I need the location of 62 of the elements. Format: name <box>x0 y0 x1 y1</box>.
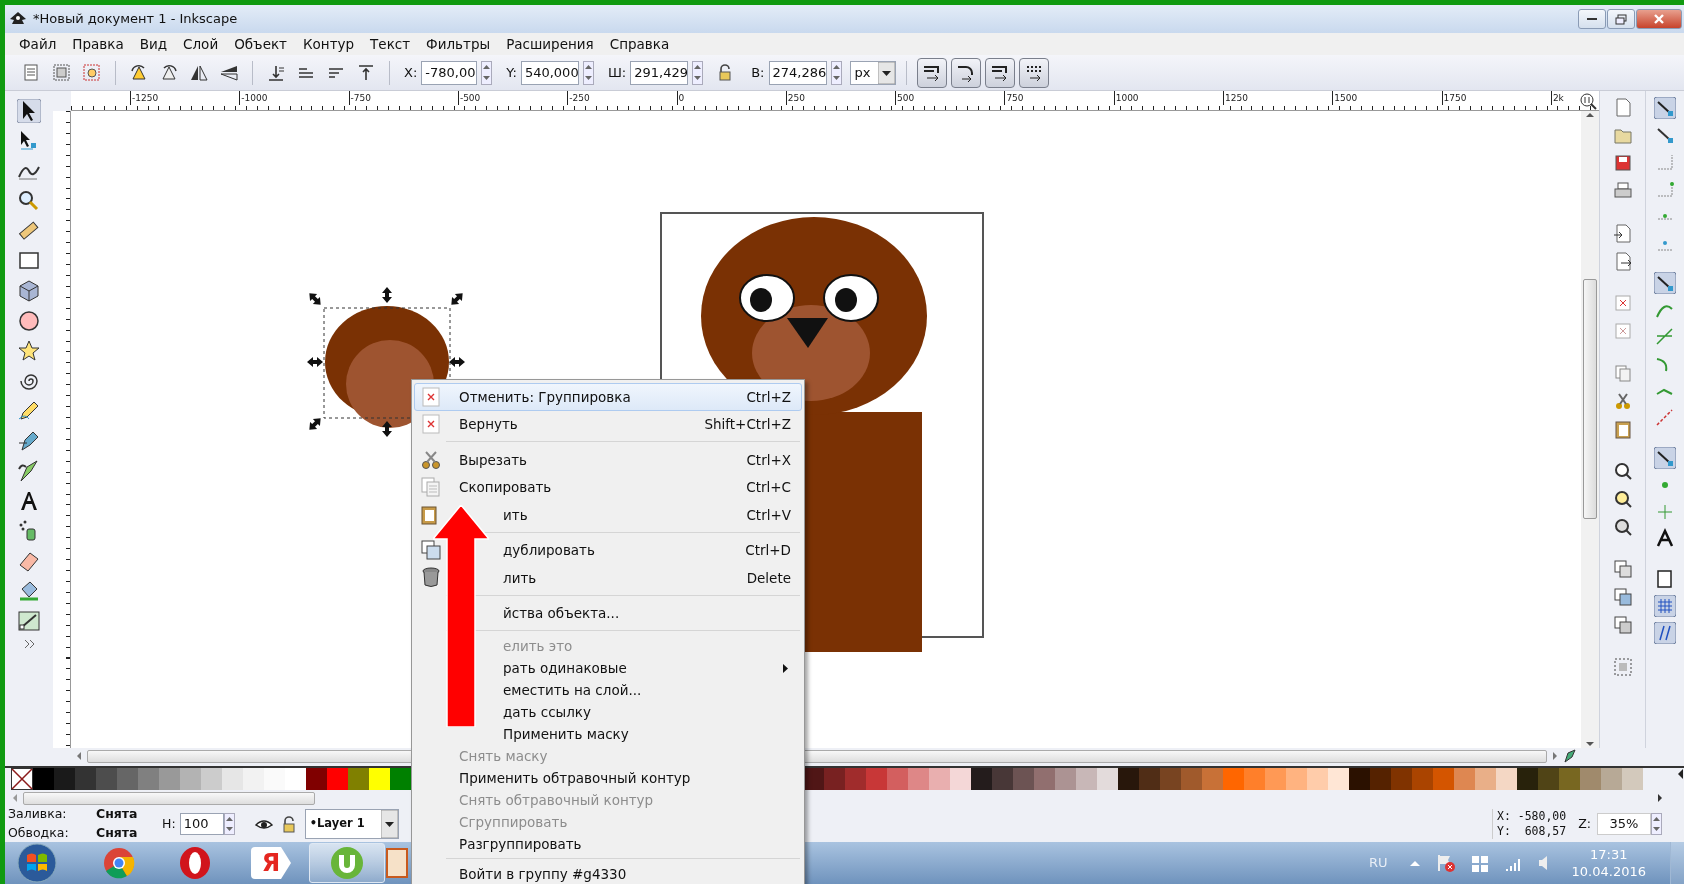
context-menu-item[interactable]: Отменить: Группировка Ctrl+Z <box>414 383 802 411</box>
ruler-label: -1000 <box>239 91 268 105</box>
context-menu-item[interactable]: Применить маску <box>414 723 802 745</box>
number-field[interactable]: 540,000 <box>520 60 579 85</box>
menu-item[interactable]: Объект <box>226 33 295 55</box>
number-field[interactable]: -780,00 <box>421 60 478 85</box>
ruler-label: -250 <box>567 91 590 105</box>
context-menu-item[interactable]: еместить на слой... <box>414 679 802 701</box>
ruler-label: 750 <box>1004 91 1024 105</box>
ruler-label: 1000 <box>1113 91 1139 105</box>
menu-item[interactable]: Фильтры <box>418 33 499 55</box>
taskbar-app-button[interactable]: Я <box>233 843 309 883</box>
context-menu-item[interactable]: Войти в группу #g4330 <box>414 863 802 884</box>
ruler-label: 1250 <box>1223 91 1248 105</box>
fill-label: Заливка: <box>8 805 68 824</box>
context-menu-item[interactable]: йства объекта... <box>414 599 802 627</box>
context-menu-item[interactable]: лить Delete <box>414 564 802 592</box>
context-menu-item[interactable]: дать ссылку <box>414 701 802 723</box>
unit-dropdown[interactable]: px <box>849 60 896 85</box>
field-label: Ш: <box>607 63 627 82</box>
ruler-label: -750 <box>348 91 372 105</box>
ruler-label: -500 <box>457 91 481 105</box>
layer-dropdown[interactable]: •Layer 1 <box>304 809 399 839</box>
ruler-label: 1500 <box>1332 91 1358 105</box>
opacity-label: Н: <box>162 814 176 833</box>
context-menu-item[interactable]: дублировать Ctrl+D <box>414 536 802 564</box>
menu-item[interactable]: Расширения <box>498 33 602 55</box>
zoom-label: Z: <box>1578 814 1591 833</box>
menu-item[interactable]: Контур <box>295 33 363 55</box>
menu-item[interactable]: Файл <box>11 33 65 55</box>
field-label: X: <box>404 63 418 82</box>
context-menu-item[interactable]: Разгруппировать <box>414 833 802 855</box>
context-menu-item[interactable]: ить Ctrl+V <box>414 501 802 529</box>
ruler-label: 500 <box>895 91 915 105</box>
field-label: Y: <box>506 63 517 82</box>
context-menu-item[interactable]: Применить обтравочный контур <box>414 767 802 789</box>
cursor-x-readout: X: -580,00 <box>1496 809 1567 824</box>
ruler-label: 0 <box>676 91 685 105</box>
stroke-label: Обводка: <box>8 824 70 842</box>
ruler-label: -1250 <box>130 91 159 105</box>
number-field[interactable]: 291,429 <box>630 60 689 85</box>
stroke-value: Снята <box>96 824 139 842</box>
ruler-label: 1750 <box>1441 91 1467 105</box>
opacity-field[interactable]: 100 <box>179 813 224 835</box>
field-label: В: <box>751 63 765 82</box>
fill-value: Снята <box>96 805 139 824</box>
menu-item[interactable]: Текст <box>362 33 419 55</box>
menu-item[interactable]: Слой <box>175 33 227 55</box>
menu-item[interactable]: Вид <box>131 33 176 55</box>
zoom-field[interactable]: 35% <box>1597 813 1651 835</box>
context-menu-item[interactable]: Вернуть Shift+Ctrl+Z <box>414 410 802 438</box>
ruler-label: 2k <box>1550 91 1564 105</box>
menu-item[interactable]: Справка <box>601 33 678 55</box>
cursor-y-readout: Y: 608,57 <box>1496 824 1567 839</box>
context-menu-item[interactable]: рать одинаковые <box>414 657 802 679</box>
number-field[interactable]: 274,286 <box>768 60 827 85</box>
ruler-label: 250 <box>785 91 805 105</box>
menu-item[interactable]: Правка <box>64 33 132 55</box>
context-menu-item[interactable]: Скопировать Ctrl+C <box>414 473 802 501</box>
browser-logo-icon: Я <box>251 847 291 879</box>
window-title: *Новый документ 1 - Inkscape <box>33 10 238 29</box>
context-menu-item[interactable]: Вырезать Ctrl+X <box>414 446 802 474</box>
